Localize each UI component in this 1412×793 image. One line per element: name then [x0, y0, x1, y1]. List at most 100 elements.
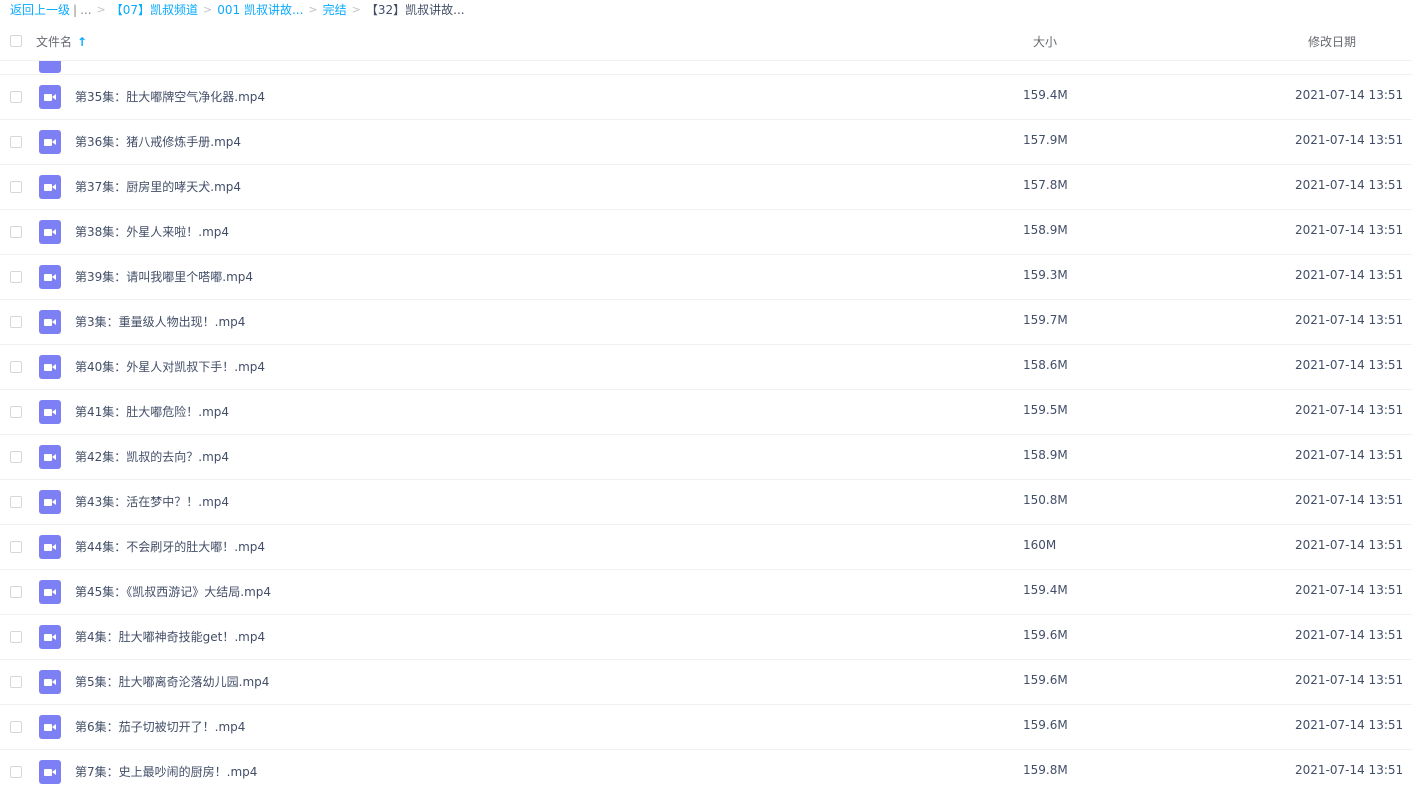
- file-date: 2021-07-14 13:51: [1295, 718, 1404, 732]
- camera-lens-shape: [52, 454, 56, 460]
- table-row[interactable]: 第41集：肚大嘟危险！.mp4 159.5M 2021-07-14 13:51: [0, 390, 1412, 435]
- table-row[interactable]: 第44集：不会刷牙的肚大嘟！.mp4 160M 2021-07-14 13:51: [0, 525, 1412, 570]
- file-size: 157.9M: [1023, 133, 1068, 147]
- file-date: 2021-07-14 13:51: [1295, 133, 1404, 147]
- camera-lens-shape: [52, 364, 56, 370]
- file-name[interactable]: 第4集：肚大嘟神奇技能get！.mp4: [75, 628, 265, 645]
- camera-body-shape: [44, 634, 52, 641]
- table-row[interactable]: 第45集：《凯叔西游记》大结局.mp4 159.4M 2021-07-14 13:5…: [0, 570, 1412, 615]
- file-name[interactable]: 第42集：凯叔的去向？.mp4: [75, 448, 229, 465]
- row-checkbox[interactable]: [10, 496, 22, 508]
- select-all-checkbox[interactable]: [10, 35, 22, 47]
- camera-lens-shape: [52, 319, 56, 325]
- row-checkbox[interactable]: [10, 721, 22, 733]
- column-header-name[interactable]: 文件名 ↑: [36, 33, 87, 50]
- camera-body-shape: [44, 409, 52, 416]
- file-size: 159.6M: [1023, 628, 1068, 642]
- row-checkbox[interactable]: [10, 676, 22, 688]
- table-row[interactable]: 第36集：猪八戒修炼手册.mp4 157.9M 2021-07-14 13:51: [0, 120, 1412, 165]
- video-file-icon: [39, 310, 61, 334]
- row-checkbox[interactable]: [10, 271, 22, 283]
- file-date: 2021-07-14 13:51: [1295, 268, 1404, 282]
- row-checkbox[interactable]: [10, 406, 22, 418]
- file-name[interactable]: 第6集：茄子切被切开了！.mp4: [75, 718, 245, 735]
- file-name[interactable]: 第3集：重量级人物出现！.mp4: [75, 313, 245, 330]
- breadcrumb-separator: >: [308, 3, 318, 16]
- table-row[interactable]: 第6集：茄子切被切开了！.mp4 159.6M 2021-07-14 13:51: [0, 705, 1412, 750]
- file-size: 159.7M: [1023, 313, 1068, 327]
- table-row[interactable]: 第35集：肚大嘟牌空气净化器.mp4 159.4M 2021-07-14 13:51: [0, 75, 1412, 120]
- file-name[interactable]: 第35集：肚大嘟牌空气净化器.mp4: [75, 88, 265, 105]
- row-checkbox[interactable]: [10, 766, 22, 778]
- file-size: 150.8M: [1023, 493, 1068, 507]
- file-name[interactable]: 第5集：肚大嘟离奇沦落幼儿园.mp4: [75, 673, 269, 690]
- video-file-icon: [39, 175, 61, 199]
- table-row[interactable]: 第4集：肚大嘟神奇技能get！.mp4 159.6M 2021-07-14 13:5…: [0, 615, 1412, 660]
- camera-lens-shape: [52, 634, 56, 640]
- file-date: 2021-07-14 13:51: [1295, 313, 1404, 327]
- row-checkbox[interactable]: [10, 181, 22, 193]
- file-name[interactable]: 第45集：《凯叔西游记》大结局.mp4: [75, 583, 271, 600]
- row-checkbox[interactable]: [10, 586, 22, 598]
- file-size: 159.5M: [1023, 403, 1068, 417]
- file-date: 2021-07-14 13:51: [1295, 88, 1404, 102]
- video-file-icon: [39, 265, 61, 289]
- camera-body-shape: [44, 139, 52, 146]
- row-checkbox[interactable]: [10, 631, 22, 643]
- column-header-name-label: 文件名: [36, 35, 73, 49]
- row-checkbox[interactable]: [10, 136, 22, 148]
- camera-body-shape: [44, 499, 52, 506]
- video-file-icon: [39, 355, 61, 379]
- file-name[interactable]: 第7集：史上最吵闹的厨房！.mp4: [75, 763, 257, 780]
- breadcrumb-ellipsis[interactable]: ...: [80, 0, 91, 20]
- file-list: 第35集：肚大嘟牌空气净化器.mp4 159.4M 2021-07-14 13:51…: [0, 61, 1412, 793]
- sort-ascending-icon[interactable]: ↑: [77, 35, 87, 49]
- file-name[interactable]: 第40集：外星人对凯叔下手！.mp4: [75, 358, 265, 375]
- video-file-icon: [39, 400, 61, 424]
- row-checkbox[interactable]: [10, 316, 22, 328]
- table-row[interactable]: 第39集：请叫我嘟里个嗒嘟.mp4 159.3M 2021-07-14 13:51: [0, 255, 1412, 300]
- row-checkbox[interactable]: [10, 361, 22, 373]
- file-name[interactable]: 第44集：不会刷牙的肚大嘟！.mp4: [75, 538, 265, 555]
- video-file-icon: [39, 490, 61, 514]
- file-name[interactable]: 第38集：外星人来啦！.mp4: [75, 223, 229, 240]
- table-row[interactable]: 第3集：重量级人物出现！.mp4 159.7M 2021-07-14 13:51: [0, 300, 1412, 345]
- file-size: 159.4M: [1023, 88, 1068, 102]
- row-checkbox[interactable]: [10, 226, 22, 238]
- file-name[interactable]: 第36集：猪八戒修炼手册.mp4: [75, 133, 241, 150]
- breadcrumb-item-channel[interactable]: 【07】凯叔频道: [111, 0, 198, 20]
- table-row[interactable]: 第5集：肚大嘟离奇沦落幼儿园.mp4 159.6M 2021-07-14 13:51: [0, 660, 1412, 705]
- column-header-date[interactable]: 修改日期: [1308, 33, 1356, 50]
- file-size: 159.6M: [1023, 673, 1068, 687]
- file-date: 2021-07-14 13:51: [1295, 583, 1404, 597]
- file-name[interactable]: 第37集：厨房里的哮天犬.mp4: [75, 178, 241, 195]
- file-size: 160M: [1023, 538, 1057, 552]
- row-checkbox[interactable]: [10, 91, 22, 103]
- video-file-icon: [39, 445, 61, 469]
- file-name[interactable]: 第41集：肚大嘟危险！.mp4: [75, 403, 229, 420]
- row-checkbox[interactable]: [10, 451, 22, 463]
- table-row[interactable]: 第7集：史上最吵闹的厨房！.mp4 159.8M 2021-07-14 13:51: [0, 750, 1412, 793]
- column-header-size[interactable]: 大小: [1033, 33, 1057, 50]
- table-row[interactable]: 第43集：活在梦中？！.mp4 150.8M 2021-07-14 13:51: [0, 480, 1412, 525]
- file-date: 2021-07-14 13:51: [1295, 673, 1404, 687]
- video-file-icon: [39, 760, 61, 784]
- file-name[interactable]: 第39集：请叫我嘟里个嗒嘟.mp4: [75, 268, 253, 285]
- camera-body-shape: [44, 94, 52, 101]
- back-link[interactable]: 返回上一级: [10, 0, 70, 20]
- camera-lens-shape: [52, 184, 56, 190]
- file-name[interactable]: 第43集：活在梦中？！.mp4: [75, 493, 229, 510]
- row-checkbox[interactable]: [10, 541, 22, 553]
- file-date: 2021-07-14 13:51: [1295, 223, 1404, 237]
- table-row[interactable]: 第37集：厨房里的哮天犬.mp4 157.8M 2021-07-14 13:51: [0, 165, 1412, 210]
- breadcrumb-item-stories[interactable]: 001 凯叔讲故...: [217, 0, 303, 20]
- camera-body-shape: [44, 724, 52, 731]
- table-row[interactable]: 第42集：凯叔的去向？.mp4 158.9M 2021-07-14 13:51: [0, 435, 1412, 480]
- file-size: 159.6M: [1023, 718, 1068, 732]
- table-row[interactable]: 第38集：外星人来啦！.mp4 158.9M 2021-07-14 13:51: [0, 210, 1412, 255]
- breadcrumb-separator: >: [96, 3, 106, 16]
- table-row[interactable]: 第40集：外星人对凯叔下手！.mp4 158.6M 2021-07-14 13:51: [0, 345, 1412, 390]
- breadcrumb-item-completed[interactable]: 完结: [323, 0, 347, 20]
- video-file-icon: [39, 535, 61, 559]
- video-file-icon: [39, 670, 61, 694]
